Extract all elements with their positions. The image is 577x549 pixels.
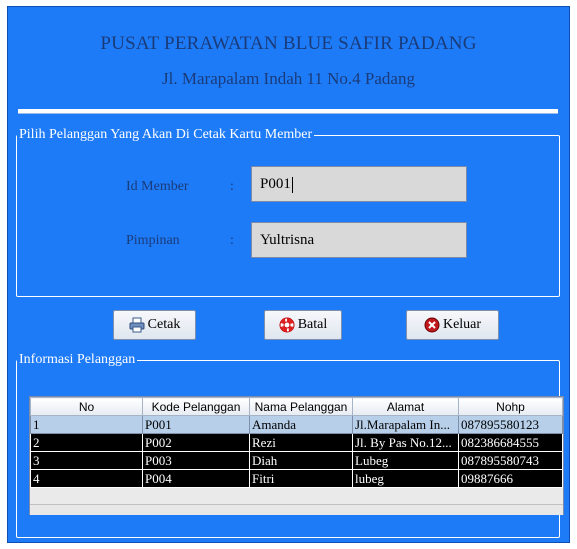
keluar-button[interactable]: Keluar (406, 310, 499, 340)
cell-alamat: Jl.Marapalam In... (352, 415, 459, 434)
cell-no: 2 (30, 433, 143, 452)
id-member-value: P001 (260, 176, 291, 192)
cell-nohp: 09887666 (458, 469, 563, 488)
text-cursor (291, 176, 293, 193)
lifebuoy-icon (279, 317, 295, 333)
cell-nama: Rezi (249, 433, 353, 452)
id-member-colon: : (230, 179, 234, 194)
batal-label: Batal (297, 317, 328, 332)
customer-table: No Kode Pelanggan Nama Pelanggan Alamat … (30, 397, 563, 488)
col-header-kode[interactable]: Kode Pelanggan (142, 397, 250, 416)
cell-kode: P002 (142, 433, 250, 452)
id-member-label: Id Member (126, 179, 189, 194)
pimpinan-field[interactable]: Yultrisna (251, 222, 467, 258)
keluar-label: Keluar (442, 317, 482, 332)
customer-table-panel[interactable]: No Kode Pelanggan Nama Pelanggan Alamat … (29, 396, 564, 515)
cetak-label: Cetak (147, 317, 181, 332)
col-header-no[interactable]: No (30, 397, 143, 416)
close-circle-icon (424, 317, 440, 333)
app-title: PUSAT PERAWATAN BLUE SAFIR PADANG (100, 33, 477, 54)
cell-alamat: lubeg (352, 469, 459, 488)
cell-no: 4 (30, 469, 143, 488)
cell-nama: Diah (249, 451, 353, 470)
cell-kode: P004 (142, 469, 250, 488)
cell-no: 1 (30, 415, 143, 434)
table-horizontal-scrollbar[interactable] (30, 504, 563, 515)
printer-icon (129, 317, 145, 333)
cetak-button[interactable]: Cetak (113, 310, 196, 340)
cell-nohp: 087895580123 (458, 415, 563, 434)
cell-alamat: Jl. By Pas No.12... (352, 433, 459, 452)
cell-alamat: Lubeg (352, 451, 459, 470)
col-header-alamat[interactable]: Alamat (352, 397, 459, 416)
app-address: Jl. Marapalam Indah 11 No.4 Padang (162, 69, 415, 88)
cell-kode: P003 (142, 451, 250, 470)
main-window: PUSAT PERAWATAN BLUE SAFIR PADANG Jl. Ma… (7, 6, 570, 543)
cell-nama: Amanda (249, 415, 353, 434)
member-form-group: Pilih Pelanggan Yang Akan Di Cetak Kartu… (16, 127, 560, 297)
batal-button[interactable]: Batal (264, 310, 342, 340)
col-header-nohp[interactable]: Nohp (458, 397, 563, 416)
pimpinan-colon: : (230, 233, 234, 248)
header-separator (18, 109, 558, 114)
cell-nama: Fitri (249, 469, 353, 488)
info-legend: Informasi Pelanggan (19, 352, 136, 367)
cell-no: 3 (30, 451, 143, 470)
table-header-row: No Kode Pelanggan Nama Pelanggan Alamat … (30, 397, 563, 416)
cell-nohp: 087895580743 (458, 451, 563, 470)
table-row[interactable]: 3 P003 Diah Lubeg 087895580743 (30, 451, 563, 470)
pimpinan-label: Pimpinan (126, 233, 180, 248)
cell-kode: P001 (142, 415, 250, 434)
col-header-nama[interactable]: Nama Pelanggan (249, 397, 353, 416)
table-row[interactable]: 4 P004 Fitri lubeg 09887666 (30, 469, 563, 488)
member-form-legend: Pilih Pelanggan Yang Akan Di Cetak Kartu… (19, 127, 313, 142)
table-row[interactable]: 2 P002 Rezi Jl. By Pas No.12... 08238668… (30, 433, 563, 452)
pimpinan-value: Yultrisna (260, 232, 315, 248)
id-member-field[interactable]: P001 (251, 166, 467, 202)
table-row[interactable]: 1 P001 Amanda Jl.Marapalam In... 0878955… (30, 415, 563, 434)
cell-nohp: 082386684555 (458, 433, 563, 452)
